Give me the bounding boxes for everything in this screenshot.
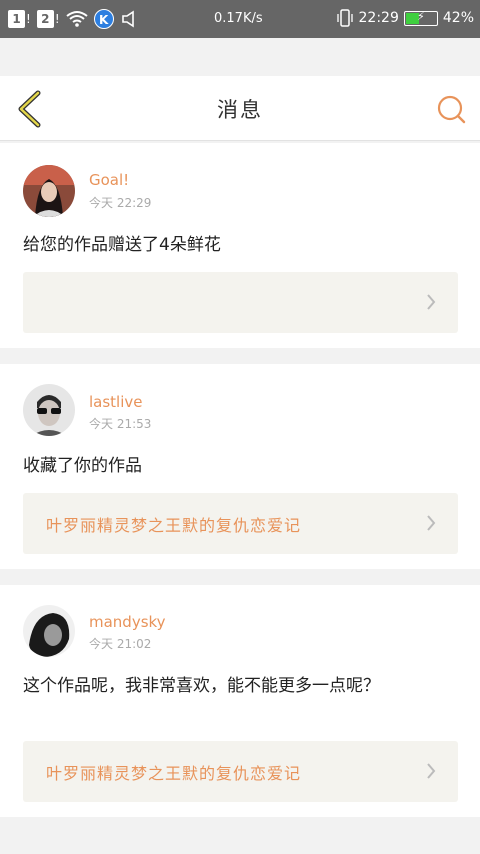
username[interactable]: lastlive (89, 393, 143, 411)
reference-title: 叶罗丽精灵梦之王默的复仇恋爱记 (46, 516, 302, 535)
sim1-signal-icon: 1! (8, 10, 31, 28)
reference-link[interactable] (23, 272, 458, 333)
vibrate-icon (336, 9, 353, 27)
status-icons-left: 1! 2! K (8, 9, 140, 29)
message-card: mandysky 今天 21:02 这个作品呢，我非常喜欢，能不能更多一点呢？ … (0, 585, 480, 817)
message-text: 这个作品呢，我非常喜欢，能不能更多一点呢？ (23, 676, 380, 696)
header: 消息 (0, 76, 480, 141)
battery-percent: 42% (442, 10, 474, 26)
message-card: Goal! 今天 22:29 给您的作品赠送了4朵鲜花 (0, 143, 480, 348)
avatar[interactable] (23, 605, 75, 657)
status-icons-right: 22:29 ⚡ 42% (336, 9, 474, 27)
k-app-icon: K (93, 9, 114, 29)
username[interactable]: mandysky (89, 613, 166, 631)
page-title: 消息 (217, 98, 263, 122)
avatar[interactable] (23, 384, 75, 436)
reference-title: 叶罗丽精灵梦之王默的复仇恋爱记 (46, 764, 302, 783)
chevron-right-icon (427, 294, 436, 310)
avatar[interactable] (23, 165, 75, 217)
mute-icon (121, 10, 134, 28)
status-bar: 1! 2! K 0.17K/s 22:29 ⚡ 42% (0, 0, 480, 38)
charging-icon: ⚡ (417, 9, 425, 23)
sim2-label: 2 (36, 10, 54, 28)
timestamp: 今天 21:53 (89, 417, 152, 431)
timestamp: 今天 21:02 (89, 637, 152, 651)
sim1-label: 1 (8, 10, 25, 28)
battery-icon: ⚡ (403, 9, 438, 26)
reference-link[interactable]: 叶罗丽精灵梦之王默的复仇恋爱记 (23, 741, 458, 802)
wifi-icon (66, 11, 88, 27)
reference-link[interactable]: 叶罗丽精灵梦之王默的复仇恋爱记 (23, 493, 458, 554)
message-card: lastlive 今天 21:53 收藏了你的作品 叶罗丽精灵梦之王默的复仇恋爱… (0, 364, 480, 569)
message-text: 给您的作品赠送了4朵鲜花 (23, 235, 221, 255)
chevron-right-icon (427, 515, 436, 531)
chevron-right-icon (427, 763, 436, 779)
timestamp: 今天 22:29 (89, 196, 152, 210)
message-text: 收藏了你的作品 (23, 456, 142, 476)
sim2-signal-icon: 2! (36, 10, 60, 28)
search-icon[interactable] (436, 94, 466, 124)
network-speed: 0.17K/s (214, 11, 263, 26)
clock: 22:29 (358, 10, 399, 26)
username[interactable]: Goal! (89, 171, 129, 189)
